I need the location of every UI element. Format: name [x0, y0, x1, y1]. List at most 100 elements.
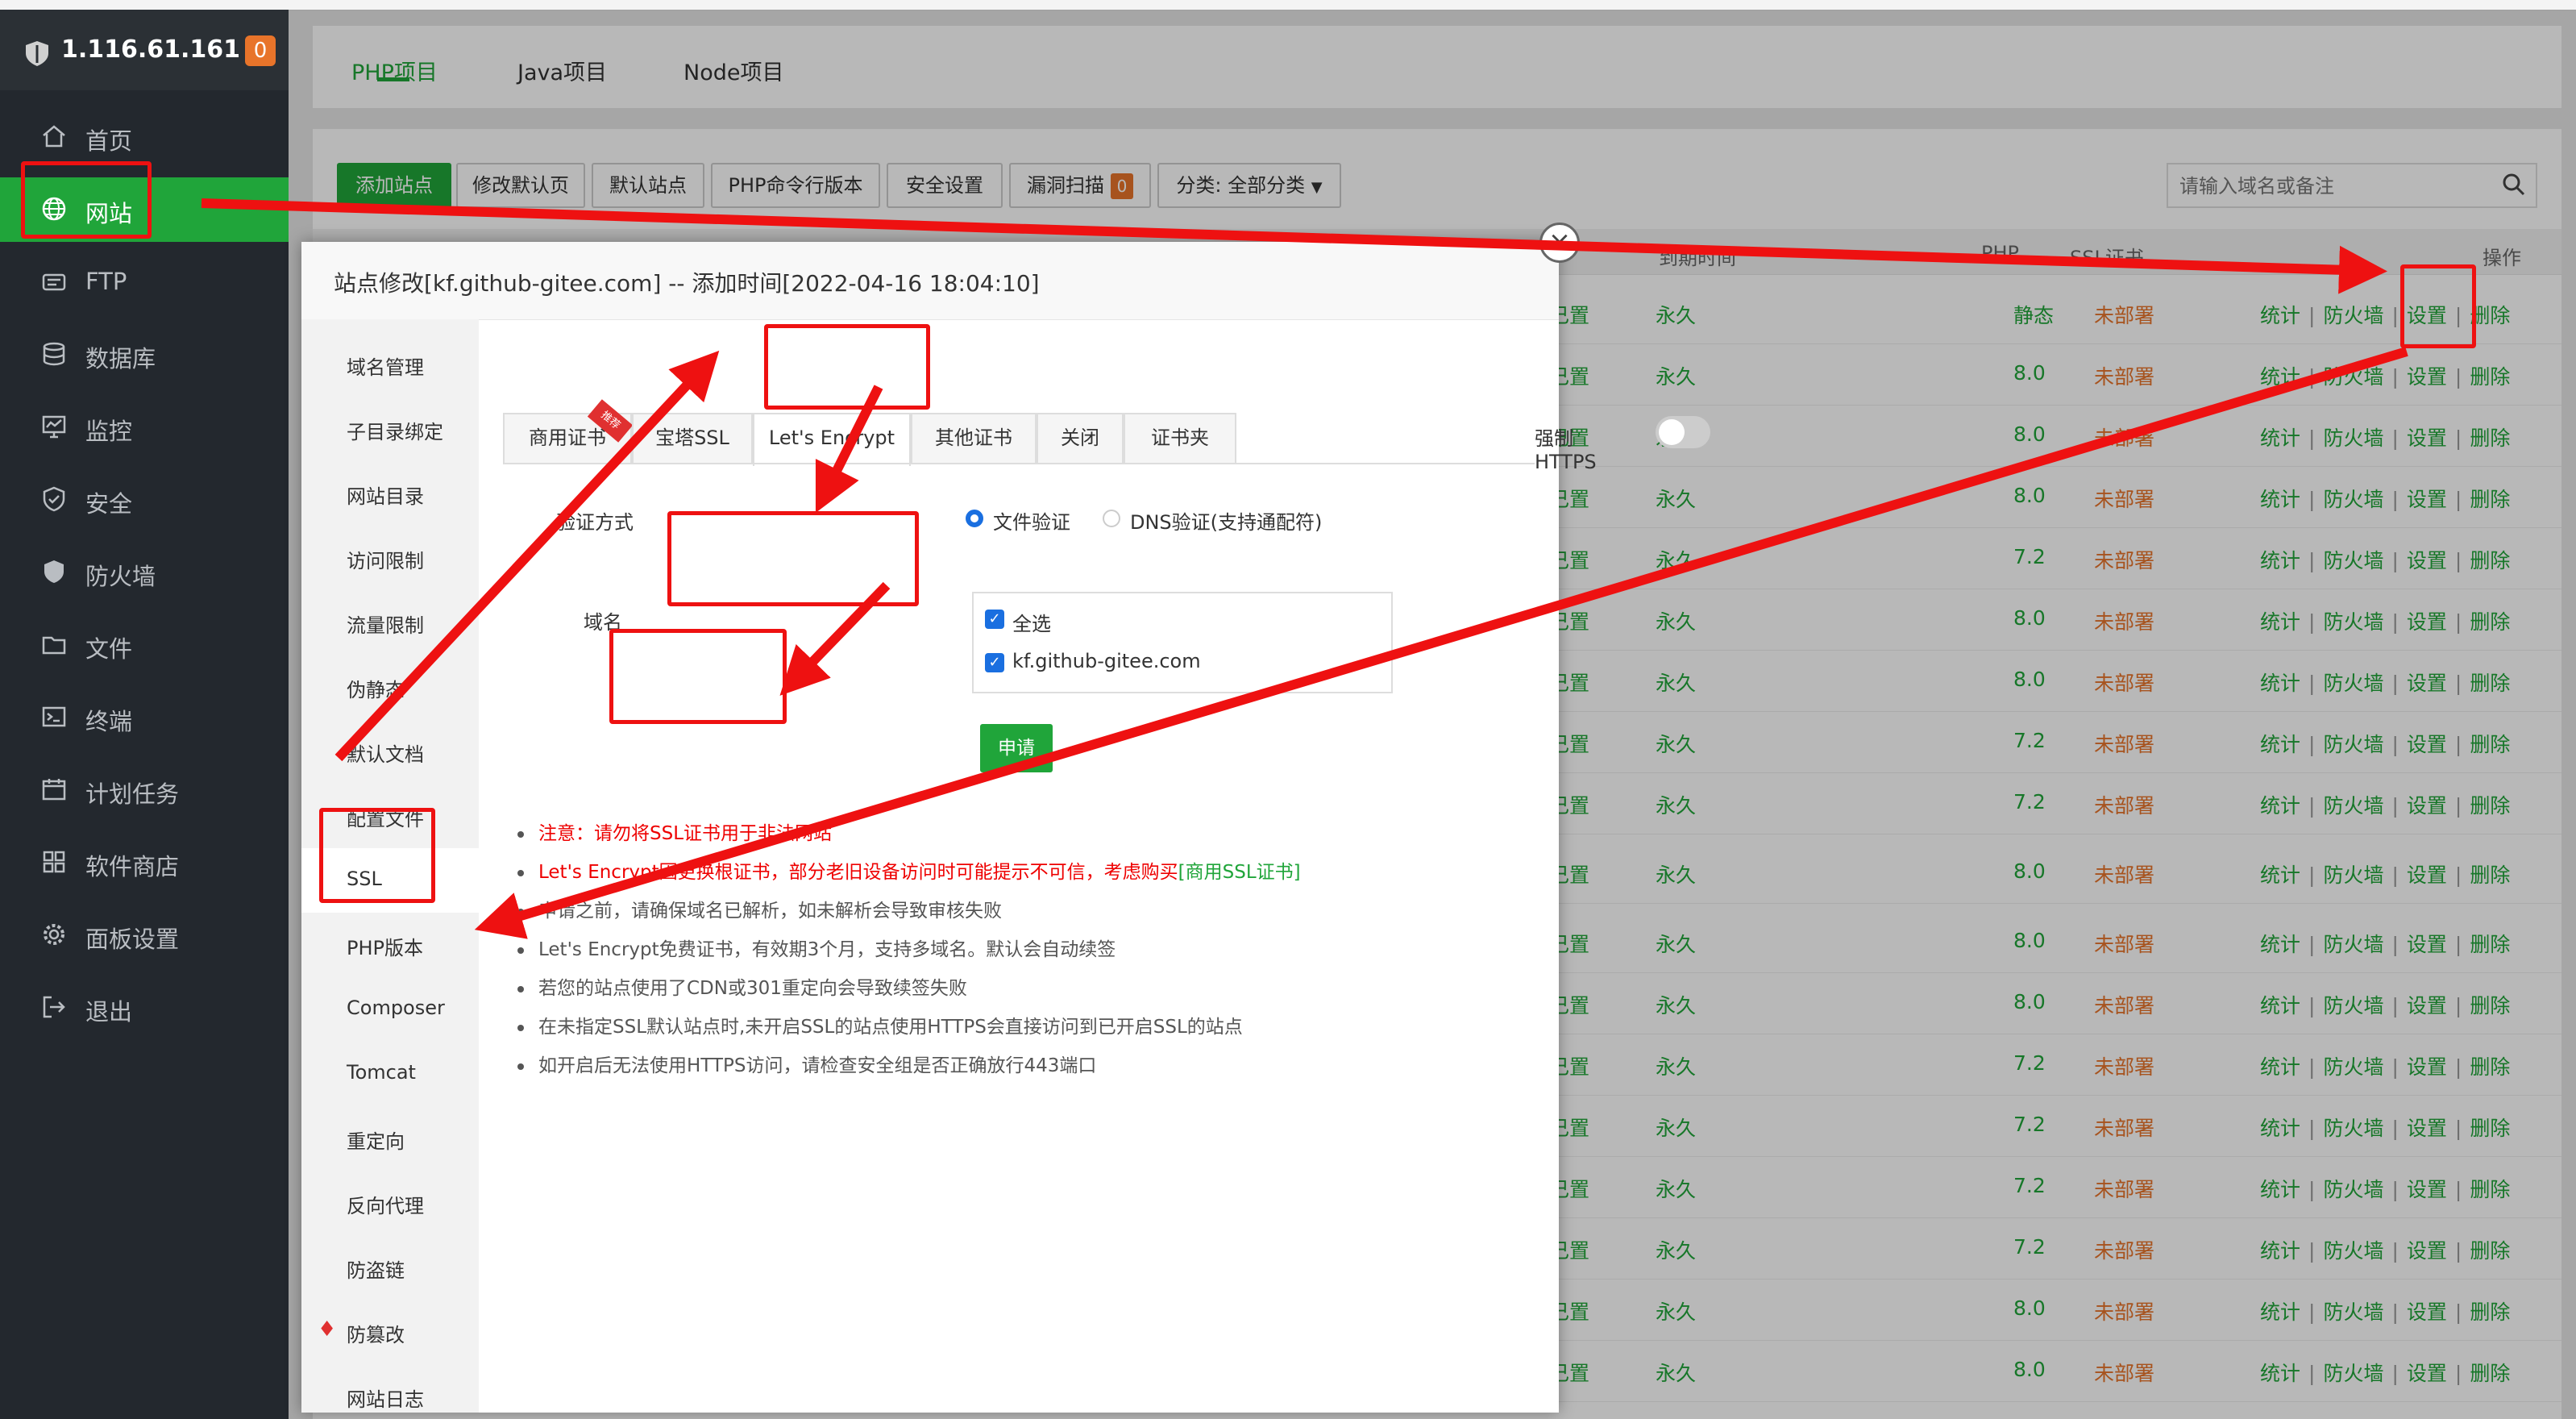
sidebar-item-label: 监控	[85, 418, 133, 445]
server-ip: 1.116.61.161	[61, 35, 241, 64]
sidebar-item-label: 首页	[85, 127, 133, 155]
bullet-dot	[517, 830, 524, 838]
modal-nav-item[interactable]: 防篡改	[347, 1319, 405, 1347]
sidebar-item-8[interactable]: 终端	[0, 685, 289, 750]
modal-nav-item[interactable]: 默认文档	[347, 739, 424, 767]
modal-nav-item[interactable]: 访问限制	[347, 545, 424, 573]
gem-icon: ♦	[318, 1317, 337, 1342]
modal-nav-item[interactable]: 流量限制	[347, 610, 424, 638]
modal-nav-item[interactable]: 子目录绑定	[347, 416, 443, 444]
sidebar-item-label: 面板设置	[85, 926, 180, 953]
gear-icon	[44, 924, 64, 945]
modal-nav-item[interactable]: 伪静态	[347, 674, 405, 702]
modal-nav-item[interactable]: 反向代理	[347, 1190, 424, 1218]
sidebar-item-6[interactable]: 防火墙	[0, 540, 289, 605]
tab-cert-folder[interactable]: 证书夹	[1124, 413, 1236, 463]
sidebar-item-9[interactable]: 计划任务	[0, 758, 289, 822]
bullet-dot	[517, 908, 524, 915]
annotation-box-apply	[609, 629, 787, 724]
annotation-box-ssl-nav	[319, 808, 435, 903]
sidebar-item-11[interactable]: 面板设置	[0, 903, 289, 968]
modal-title: 站点修改[kf.github-gitee.com] -- 添加时间[2022-0…	[334, 270, 1040, 297]
folder-icon	[42, 636, 66, 655]
tab-close-ssl[interactable]: 关闭	[1037, 413, 1124, 463]
apply-button[interactable]: 申请	[980, 724, 1053, 772]
domain-list	[972, 592, 1393, 693]
toggle-knob	[1659, 419, 1685, 445]
close-icon[interactable]: ×	[1539, 223, 1580, 263]
sidebar-item-label: 安全	[85, 490, 133, 518]
verify-dns-radio[interactable]	[1103, 510, 1120, 527]
bullet-dot	[517, 869, 524, 876]
ssl-note: 若您的站点使用了CDN或301重定向会导致续签失败	[517, 972, 967, 1000]
bullet-dot	[517, 1024, 524, 1031]
server-shield-icon	[26, 41, 48, 66]
sidebar-item-3[interactable]: 数据库	[0, 322, 289, 387]
force-https-toggle[interactable]	[1656, 416, 1710, 448]
tab-bt-ssl[interactable]: 宝塔SSL	[632, 413, 753, 463]
ssl-note-text: 申请之前，请确保域名已解析，如未解析会导致审核失败	[538, 901, 1002, 922]
modal-nav-item[interactable]: PHP版本	[347, 932, 423, 960]
ssl-note-text: 如开启后无法使用HTTPS访问，请检查安全组是否正确放行443端口	[538, 1055, 1097, 1076]
modal-nav-item[interactable]: 防盗链	[347, 1255, 405, 1283]
force-https-label: 强制HTTPS	[1535, 427, 1597, 473]
domain-value: kf.github-gitee.com	[1012, 650, 1201, 672]
ssl-note: 注意：请勿将SSL证书用于非法网站	[517, 818, 832, 845]
shield-icon	[43, 486, 65, 512]
sidebar-item-label: 数据库	[85, 345, 156, 372]
ssl-note: 如开启后无法使用HTTPS访问，请检查安全组是否正确放行443端口	[517, 1050, 1096, 1077]
annotation-box-domain	[667, 511, 919, 606]
select-all-label: 全选	[1012, 613, 1051, 635]
sidebar-item-12[interactable]: 退出	[0, 976, 289, 1040]
ssl-note: 申请之前，请确保域名已解析，如未解析会导致审核失败	[517, 895, 1002, 922]
modal-nav-item[interactable]: 域名管理	[347, 352, 424, 380]
ssl-note: Let's Encrypt免费证书，有效期3个月，支持多域名。默认会自动续签	[517, 934, 1116, 961]
notification-badge[interactable]: 0	[245, 35, 276, 66]
ssl-note-text: 若您的站点使用了CDN或301重定向会导致续签失败	[538, 978, 967, 999]
ssl-note-text: Let's Encrypt免费证书，有效期3个月，支持多域名。默认会自动续签	[538, 939, 1116, 960]
domain-checkbox[interactable]: ✓	[985, 653, 1004, 672]
sidebar-item-5[interactable]: 安全	[0, 468, 289, 532]
modal-nav-item[interactable]: 重定向	[347, 1126, 405, 1154]
commercial-ssl-link[interactable]: [商用SSL证书]	[1178, 862, 1301, 883]
verify-file-label: 文件验证	[993, 511, 1070, 534]
modal-title-bar: 站点修改[kf.github-gitee.com] -- 添加时间[2022-0…	[301, 242, 1559, 320]
sidebar-item-label: 防火墙	[85, 563, 156, 590]
verify-dns-label: DNS验证(支持通配符)	[1130, 511, 1323, 534]
bullet-dot	[517, 1063, 524, 1070]
sidebar-item-4[interactable]: 监控	[0, 395, 289, 460]
sidebar-item-0[interactable]: 首页	[0, 105, 289, 169]
select-all-checkbox[interactable]: ✓	[985, 610, 1004, 629]
ssl-panel: 商用证书 推荐 宝塔SSL Let's Encrypt 其他证书 关闭 证书夹 …	[479, 319, 1710, 1413]
ssl-note-text: 注意：请勿将SSL证书用于非法网站	[538, 823, 833, 844]
site-edit-modal: 站点修改[kf.github-gitee.com] -- 添加时间[2022-0…	[301, 223, 1710, 1413]
sidebar-item-2[interactable]: FTP	[0, 250, 289, 314]
tab-lets-encrypt[interactable]: Let's Encrypt	[753, 413, 911, 466]
sidebar-item-10[interactable]: 软件商店	[0, 830, 289, 895]
logout-icon	[43, 996, 65, 1018]
tab-other-cert[interactable]: 其他证书	[911, 413, 1037, 463]
annotation-box-website	[21, 161, 152, 239]
bullet-dot	[517, 947, 524, 954]
ftp-icon	[42, 273, 66, 291]
database-icon	[43, 342, 65, 366]
sidebar-item-label: FTP	[85, 268, 127, 295]
terminal-icon	[42, 706, 66, 727]
sidebar-item-label: 终端	[85, 708, 133, 735]
ssl-note: 在未指定SSL默认站点时,未开启SSL的站点使用HTTPS会直接访问到已开启SS…	[517, 1011, 1243, 1038]
ssl-note-text: 在未指定SSL默认站点时,未开启SSL的站点使用HTTPS会直接访问到已开启SS…	[538, 1017, 1243, 1038]
modal-nav-item[interactable]: 网站日志	[347, 1384, 424, 1412]
modal-nav-item[interactable]: Tomcat	[347, 1061, 416, 1084]
ssl-note: Let's Encrypt因更换根证书，部分老旧设备访问时可能提示不可信，考虑购…	[517, 856, 1301, 884]
calendar-icon	[42, 779, 66, 801]
modal-nav-item[interactable]: 网站目录	[347, 481, 424, 509]
modal-nav-item[interactable]: Composer	[347, 997, 445, 1019]
sidebar-item-7[interactable]: 文件	[0, 613, 289, 677]
home-icon	[43, 125, 65, 148]
annotation-box-lets-encrypt	[764, 324, 930, 410]
monitor-icon	[42, 415, 66, 439]
grid-icon	[43, 851, 65, 873]
ssl-note-text: Let's Encrypt因更换根证书，部分老旧设备访问时可能提示不可信，考虑购…	[538, 862, 1178, 883]
verify-file-radio[interactable]	[966, 510, 983, 527]
firewall-icon	[44, 560, 64, 583]
